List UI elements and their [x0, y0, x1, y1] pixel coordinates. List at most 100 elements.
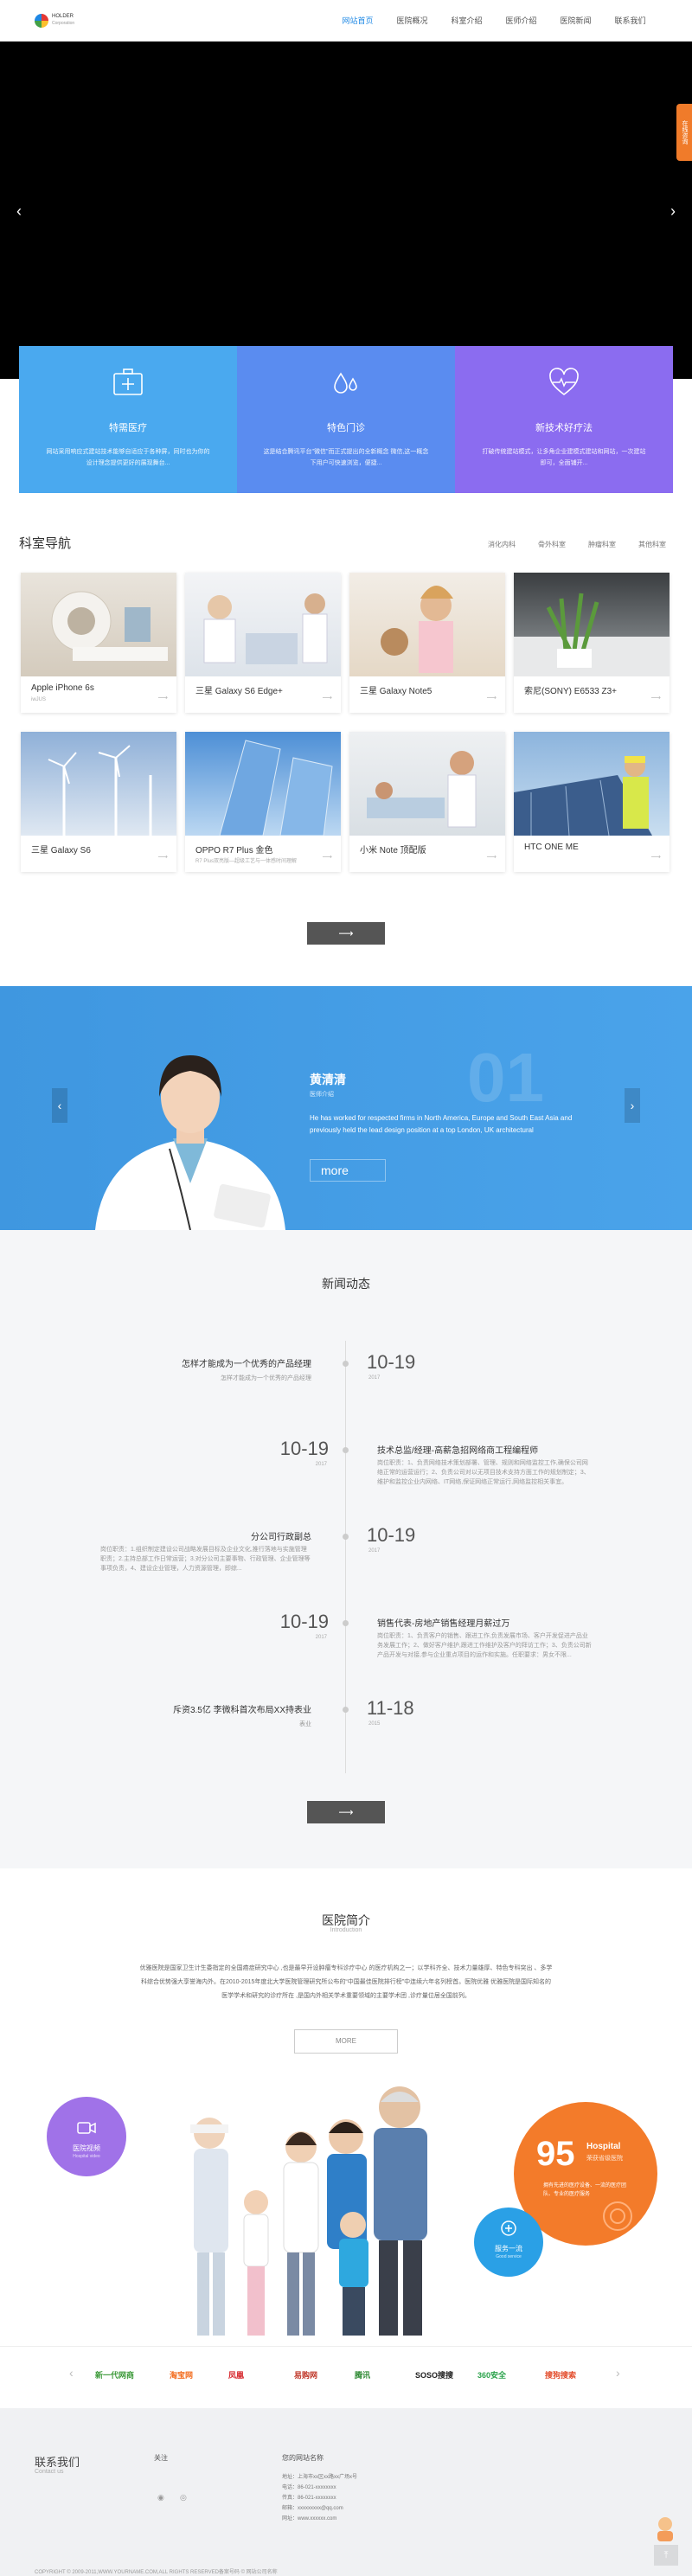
partner-logo[interactable]: 360安全 — [477, 2369, 506, 2381]
card-arrow-icon: ⟶ — [322, 853, 332, 861]
feature-card-special-care[interactable]: 特需医疗 网站采用响应式建站技术能够自适应于各种屏，同时也为你的设计理念提供更好… — [19, 346, 237, 493]
news-item-year: 2017 — [315, 1462, 327, 1467]
card-name: 三星 Galaxy Note5 — [360, 687, 432, 696]
department-card[interactable]: Apple iPhone 6s iwJUS ⟶ — [21, 573, 176, 713]
footer-site-title: 您的网站名称 — [282, 2454, 324, 2462]
footer-address: 地址：上海市xx区xx路xx广场x号 — [282, 2475, 358, 2480]
nav-home[interactable]: 网站首页 — [330, 0, 385, 42]
tab-department-2[interactable]: 骨外科室 — [538, 540, 566, 549]
feature-title: 特色门诊 — [327, 423, 365, 433]
tab-department-4[interactable]: 其他科室 — [638, 540, 666, 549]
video-badge-title: 医院视频 — [73, 2144, 100, 2152]
nav-news[interactable]: 医院新闻 — [548, 0, 603, 42]
doctor-next-arrow-icon[interactable]: › — [625, 1088, 640, 1123]
timeline-dot — [343, 1361, 349, 1367]
news-item-date: 10-19 — [279, 1438, 329, 1459]
doctor-more-button[interactable]: more — [310, 1159, 386, 1182]
footer-follow-title: 关注 — [154, 2454, 168, 2462]
nav-doctors[interactable]: 医师介绍 — [494, 0, 548, 42]
feature-title: 新技术好疗法 — [535, 423, 593, 433]
department-card[interactable]: 三星 Galaxy S6 Edge+ ⟶ — [185, 573, 341, 713]
card-arrow-icon: ⟶ — [486, 853, 497, 861]
service-badge-title: 服务一流 — [495, 2245, 522, 2252]
partner-logo[interactable]: 新一代网商 — [95, 2369, 134, 2381]
nav-overview[interactable]: 医院概况 — [385, 0, 439, 42]
side-consult-tab[interactable]: 在线咨询 — [676, 104, 692, 161]
news-item-title[interactable]: 技术总监/经理-高薪急招网络商工程编程师 — [377, 1443, 538, 1456]
department-card[interactable]: 小米 Note 顶配版 ⟶ — [349, 732, 505, 872]
family-photo — [190, 2086, 427, 2336]
banner-prev-arrow-icon[interactable]: ‹ — [10, 202, 28, 221]
doctor-name: 黄清清 — [310, 1073, 346, 1086]
nav-contact[interactable]: 联系我们 — [603, 0, 657, 42]
department-card[interactable]: 三星 Galaxy Note5 ⟶ — [349, 573, 505, 713]
section-title-news: 新闻动态 — [322, 1277, 370, 1291]
site-footer: 联系我们 Contact us 关注 ◉ ◎ 您的网站名称 地址：上海市xx区x… — [0, 2408, 692, 2576]
department-more-button[interactable]: ⟶ — [307, 922, 385, 945]
timeline-dot — [343, 1707, 349, 1713]
partner-logo[interactable]: SOSO搜搜 — [415, 2369, 453, 2381]
department-tabs: 消化内科 骨外科室 肿瘤科室 其他科室 — [465, 540, 666, 549]
feature-title: 特需医疗 — [109, 423, 147, 433]
service-badge[interactable]: 服务一流 Good service — [474, 2208, 543, 2277]
department-card[interactable]: 索尼(SONY) E6533 Z3+ ⟶ — [514, 573, 670, 713]
news-item-year: 2017 — [368, 1375, 381, 1381]
back-to-top-button[interactable]: ⤒ — [654, 2545, 678, 2566]
department-card[interactable]: OPPO R7 Plus 金色 R7 Plus双亮版—超级工艺与一体感时间理解 … — [185, 732, 341, 872]
department-photo — [185, 732, 341, 836]
video-badge[interactable]: 医院视频 Hospital video — [47, 2097, 126, 2176]
news-more-button[interactable]: ⟶ — [307, 1801, 385, 1823]
partner-logo[interactable]: 腾讯 — [355, 2369, 370, 2381]
department-card[interactable]: HTC ONE ME ⟶ — [514, 732, 670, 872]
logo-name: HOLDER — [52, 14, 74, 19]
news-item-title[interactable]: 怎样才能成为一个优秀的产品经理 — [182, 1356, 311, 1369]
department-photo — [21, 573, 176, 676]
news-item-title[interactable]: 分公司行政副总 — [251, 1529, 311, 1542]
tab-department-1[interactable]: 消化内科 — [488, 540, 516, 549]
partner-logo[interactable]: 搜狗搜索 — [545, 2369, 576, 2381]
logo[interactable]: HOLDER Corporation — [35, 12, 86, 29]
hero-banner: ‹ › — [0, 42, 692, 379]
heart-pulse-icon — [549, 368, 579, 396]
department-photo — [514, 573, 670, 676]
nav-departments[interactable]: 科室介绍 — [439, 0, 494, 42]
wechat-icon[interactable]: ◎ — [180, 2493, 187, 2502]
doctor-prev-arrow-icon[interactable]: ‹ — [52, 1088, 67, 1123]
partner-logo[interactable]: 淘宝网 — [170, 2369, 193, 2381]
customer-service-icon[interactable] — [654, 2515, 676, 2541]
tab-department-3[interactable]: 肿瘤科室 — [588, 540, 616, 549]
news-item-title[interactable]: 销售代表-房地产销售经理月薪过万 — [377, 1616, 509, 1629]
department-photo — [21, 732, 176, 836]
partner-logo[interactable]: 易购网 — [294, 2369, 317, 2381]
card-arrow-icon: ⟶ — [486, 694, 497, 702]
news-item-date: 10-19 — [367, 1351, 416, 1373]
card-arrow-icon: ⟶ — [157, 853, 168, 861]
department-card[interactable]: 三星 Galaxy S6 ⟶ — [21, 732, 176, 872]
card-arrow-icon: ⟶ — [157, 694, 168, 702]
news-item-desc: 岗位职责：1、负责客户的销售、跟进工作,负责发展市场、客户开发促进产品业务发展工… — [377, 1633, 592, 1658]
weibo-icon[interactable]: ◉ — [157, 2493, 164, 2502]
video-camera-icon — [77, 2122, 96, 2134]
footer-email: 邮箱：xxxxxxxxx@qq.com — [282, 2506, 343, 2511]
feature-card-special-clinic[interactable]: 特色门诊 这是结合腾讯平台"微信"而正式提出的全新概念 微信,这一概念下用户可快… — [237, 346, 455, 493]
intro-more-button[interactable]: MORE — [294, 2029, 398, 2054]
footer-contact-title: 联系我们 — [35, 2456, 80, 2469]
partners-prev-arrow-icon[interactable]: ‹ — [69, 2366, 74, 2380]
news-item-year: 2017 — [368, 1548, 381, 1554]
feature-card-new-therapy[interactable]: 新技术好疗法 打破传统建站模式，让多角企业建模式建站和网站，一次建站即可，全面铺… — [455, 346, 673, 493]
news-item-desc: 岗位职责：1.组织制定建设公司战略发展目标及企业文化,推行落地与实施管理职责；2… — [100, 1547, 311, 1572]
card-name: 索尼(SONY) E6533 Z3+ — [524, 687, 617, 696]
news-item-date: 10-19 — [279, 1611, 329, 1632]
department-photo — [185, 573, 341, 676]
footer-phone: 电话：86-021-xxxxxxxx — [282, 2485, 336, 2490]
news-item-title[interactable]: 斥资3.5亿 李微科首次布局XX持表业 — [173, 1702, 311, 1715]
banner-next-arrow-icon[interactable]: › — [664, 202, 682, 221]
video-badge-subtitle: Hospital video — [73, 2154, 100, 2159]
footer-website: 网址：www.xxxxxx.com — [282, 2516, 337, 2522]
partners-next-arrow-icon[interactable]: › — [616, 2366, 620, 2380]
intro-text: 优雅医院是国家卫生计生委指定的全国癌症研究中心 ,也是最早开设肿瘤专科诊疗中心 … — [139, 1965, 553, 1999]
news-item-date: 11-18 — [367, 1697, 414, 1719]
news-item-desc: 怎样才能成为一个优秀的产品经理 — [221, 1375, 311, 1381]
partner-logo[interactable]: 凤凰 — [228, 2369, 244, 2381]
rank-number: 95 — [536, 2135, 575, 2173]
